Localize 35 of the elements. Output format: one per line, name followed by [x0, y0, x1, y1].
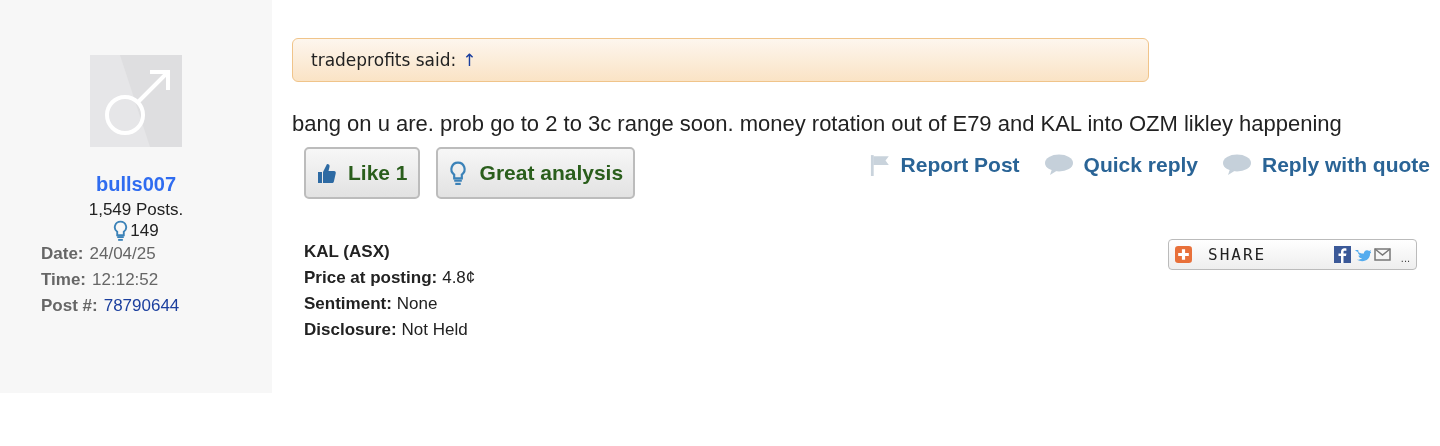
share-button[interactable]: SHARE ...	[1168, 239, 1417, 270]
avatar-icon	[90, 55, 182, 147]
lightbulb-icon	[447, 161, 468, 185]
like-button[interactable]: Like 1	[304, 147, 420, 199]
reply-link[interactable]: Quick reply	[1083, 153, 1198, 177]
lightbulb-icon	[113, 220, 129, 241]
meta-label: Time:	[41, 269, 87, 291]
thumbs-up-icon	[316, 161, 336, 185]
username-link[interactable]: bulls007	[95, 173, 176, 196]
post-count: 1,549 Posts.	[88, 200, 184, 220]
insight-count: 149	[130, 220, 159, 241]
field-value: 4.8¢	[442, 267, 476, 289]
report-post-link[interactable]: Report Post	[900, 153, 1020, 177]
field-value: None	[396, 293, 438, 315]
field-value: Not Held	[401, 319, 468, 341]
quote-link[interactable]: ↑	[462, 50, 477, 70]
field-label: Disclosure:	[304, 319, 397, 341]
post-text: bang on u are. prob go to 2 to 3c range soon. money rotation out of E79 and KAL into OZM likley happening	[292, 110, 1343, 138]
meta-value: 12:12:52	[92, 269, 159, 291]
reply-link[interactable]: Reply with quote	[1262, 153, 1430, 177]
facebook-icon	[1333, 246, 1351, 263]
plus-icon	[1175, 246, 1192, 263]
field-label: Price at posting:	[304, 267, 438, 289]
mail-icon	[1373, 246, 1391, 263]
post-number-link[interactable]: 78790644	[103, 293, 180, 319]
flag-icon	[868, 154, 891, 176]
quote-author: tradeprofits said:	[311, 50, 457, 70]
great-analysis-button[interactable]: Great analysis	[435, 147, 636, 199]
stock-code: KAL (ASX)	[304, 241, 391, 263]
meta-label: Post #:	[41, 295, 98, 317]
meta-value: 24/04/25	[89, 243, 156, 265]
speech-bubble-icon	[1222, 154, 1252, 176]
speech-bubble-icon	[1043, 154, 1074, 176]
meta-label: Date:	[41, 243, 84, 265]
field-label: Sentiment:	[304, 293, 392, 315]
